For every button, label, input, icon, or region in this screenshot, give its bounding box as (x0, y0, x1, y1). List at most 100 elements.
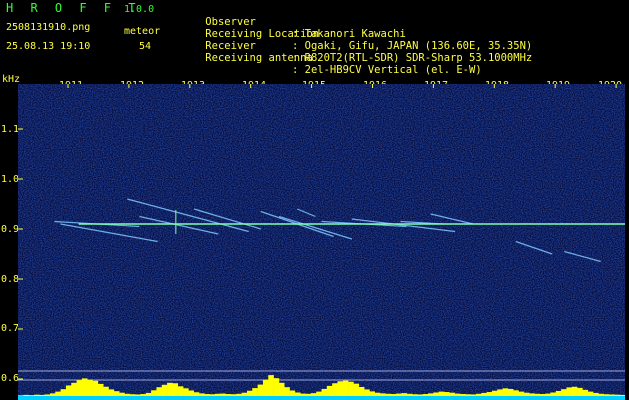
activity-bar (316, 391, 322, 396)
activity-bar (582, 389, 589, 396)
activity-bar (156, 387, 163, 396)
activity-bar (577, 387, 583, 396)
activity-bar (60, 389, 67, 396)
activity-bar (23, 394, 29, 396)
activity-bar (454, 393, 461, 396)
activity-bar (502, 388, 509, 396)
activity-bar (246, 390, 253, 396)
activity-bar (486, 392, 493, 396)
activity-bar (401, 393, 407, 396)
activity-bar (433, 392, 439, 396)
activity-bar (273, 378, 280, 396)
freq-tick-label: 1.0 (1, 174, 20, 185)
activity-bar (278, 382, 285, 396)
activity-bar (326, 385, 333, 396)
activity-bar (76, 380, 83, 396)
activity-bar (177, 386, 184, 396)
activity-bar (103, 386, 109, 396)
activity-bar (230, 394, 237, 396)
activity-bar (539, 394, 546, 396)
activity-bar (294, 392, 301, 396)
activity-bar (188, 390, 195, 396)
activity-bar (44, 394, 51, 396)
activity-bar (390, 394, 397, 396)
activity-bar (545, 393, 551, 396)
activity-bar (310, 393, 317, 396)
activity-bar (236, 393, 242, 396)
spectrogram-plot[interactable] (18, 84, 625, 400)
activity-bar (55, 391, 61, 396)
meteor-count-value: 54 (139, 41, 152, 52)
activity-bar (417, 394, 423, 396)
activity-bar (443, 392, 450, 396)
activity-bar (475, 393, 482, 396)
activity-bar (497, 389, 503, 396)
info-value: : Ogaki, Gifu, JAPAN (136.60E, 35.35N) (292, 40, 533, 52)
activity-bar (481, 392, 487, 396)
activity-bar (614, 394, 620, 396)
activity-bar (33, 394, 40, 396)
activity-bar (513, 390, 519, 396)
activity-bar (449, 392, 455, 396)
freq-tick-label: 0.9 (1, 224, 20, 235)
activity-bar (427, 393, 434, 396)
activity-bar (321, 388, 328, 396)
activity-bar (465, 394, 471, 396)
activity-bar (619, 394, 625, 396)
activity-bar (209, 394, 216, 396)
activity-bar (108, 389, 115, 396)
info-value: : 2el-HB9CV Vertical (el. E-W) (292, 64, 482, 76)
activity-bar (97, 383, 104, 396)
activity-bar (161, 384, 168, 396)
activity-bar (529, 393, 535, 396)
activity-bar (204, 394, 210, 396)
activity-bar (507, 388, 514, 396)
activity-bar (172, 383, 179, 396)
activity-bar (262, 379, 269, 396)
info-value: : R820T2(RTL-SDR) SDR-Sharp 53.1000MHz (292, 52, 533, 64)
capture-timestamp: 25.08.13 19:10 (6, 41, 91, 52)
activity-bar (71, 382, 77, 396)
activity-bar (571, 386, 578, 396)
file-name: 2508131910.png (6, 22, 91, 33)
activity-bar (81, 378, 88, 396)
activity-bar (374, 392, 381, 396)
header-panel: H R O F F T 1.0.0 2508131910.png meteor … (0, 0, 629, 76)
activity-bar (28, 395, 35, 396)
activity-bar (225, 394, 232, 396)
activity-bar (257, 384, 264, 396)
activity-bar (385, 393, 392, 396)
activity-bar (342, 380, 349, 396)
activity-bar (587, 391, 594, 396)
activity-bar (459, 394, 466, 396)
activity-bar (119, 392, 125, 396)
activity-bar (523, 392, 530, 396)
activity-bar (140, 394, 147, 396)
activity-bar (145, 392, 152, 396)
activity-bar (135, 394, 141, 396)
activity-bar (369, 391, 376, 396)
freq-tick-label: 0.8 (1, 274, 20, 285)
spectrogram-noise (18, 84, 625, 400)
activity-bar (593, 392, 599, 396)
activity-bar (151, 390, 157, 396)
activity-bar (289, 390, 296, 396)
freq-tick-label: 0.7 (1, 323, 20, 334)
activity-bar (65, 385, 72, 396)
app-version: 1.0.0 (124, 4, 155, 15)
activity-bar (364, 389, 370, 396)
activity-bar (113, 391, 120, 396)
activity-bar (358, 386, 365, 396)
freq-tick-label: 1.1 (1, 124, 20, 135)
activity-bar (284, 387, 290, 396)
activity-bar (241, 392, 248, 396)
activity-bar (220, 393, 226, 396)
activity-bar (470, 394, 477, 396)
activity-bar (193, 392, 200, 396)
activity-bar (353, 383, 360, 396)
activity-bar (603, 394, 610, 396)
activity-baseline (18, 396, 625, 400)
activity-bar (380, 393, 386, 396)
activity-bar (92, 380, 99, 396)
activity-bar (167, 382, 173, 396)
